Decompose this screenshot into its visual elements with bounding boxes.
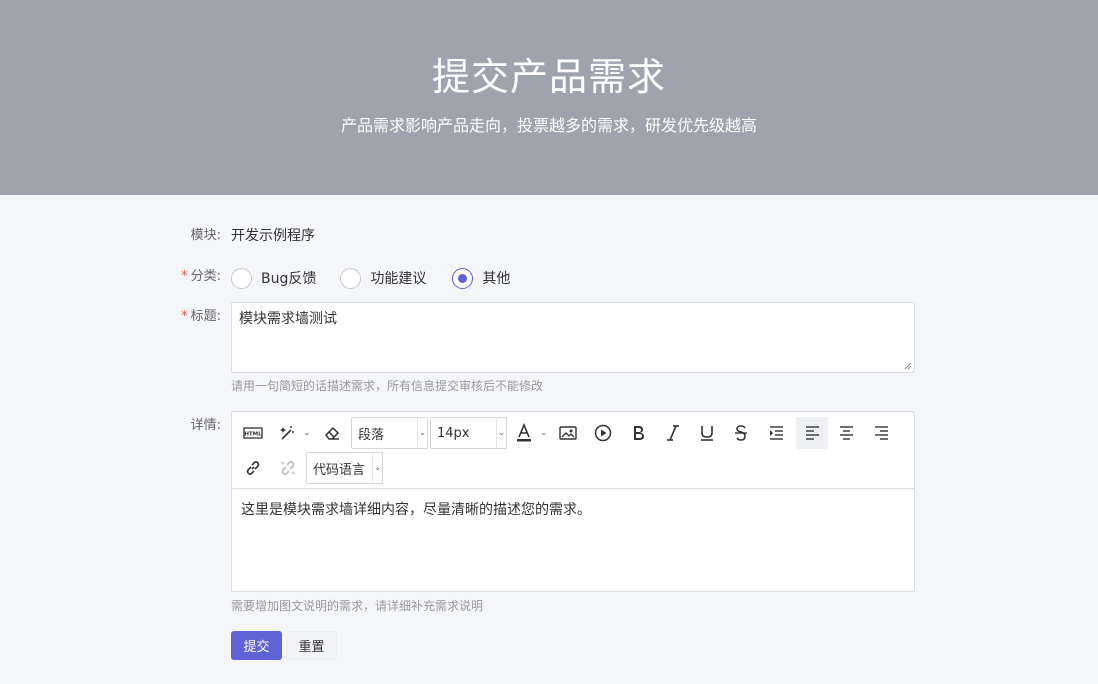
magic-wand-icon[interactable] <box>273 417 301 449</box>
radio-other[interactable]: 其他 <box>452 267 511 289</box>
submit-button[interactable]: 提交 <box>231 631 282 660</box>
image-icon[interactable] <box>554 417 582 449</box>
link-icon[interactable] <box>238 452 268 484</box>
eraser-icon[interactable] <box>318 417 346 449</box>
chevron-down-icon[interactable]: ⌄ <box>303 428 311 438</box>
strikethrough-icon[interactable] <box>726 417 756 449</box>
category-label: * 分类: <box>181 269 221 284</box>
module-label: 模块: <box>190 228 221 243</box>
underline-icon[interactable] <box>692 417 722 449</box>
radio-label: Bug反馈 <box>261 271 317 287</box>
video-icon[interactable] <box>588 417 618 449</box>
required-mark: * <box>181 269 188 284</box>
align-left-icon[interactable] <box>796 417 828 449</box>
radio-circle[interactable] <box>340 267 362 289</box>
resize-grip-icon[interactable] <box>904 362 912 370</box>
required-mark: * <box>181 309 188 324</box>
title-textarea-value: 模块需求墙测试 <box>239 311 337 327</box>
radio-label: 其他 <box>482 271 511 287</box>
unlink-icon[interactable] <box>273 452 303 484</box>
page-title: 提交产品需求 <box>431 55 666 99</box>
radio-feature-suggestion[interactable]: 功能建议 <box>340 267 427 289</box>
module-value: 开发示例程序 <box>231 228 315 244</box>
title-hint: 请用一句简短的话描述需求，所有信息提交审核后不能修改 <box>231 379 544 393</box>
align-center-icon[interactable] <box>831 417 861 449</box>
font-size-select[interactable]: 14px ⌄ <box>430 417 507 449</box>
title-label: * 标题: <box>181 309 221 324</box>
chevron-down-icon[interactable]: ⌄ <box>540 428 548 438</box>
paragraph-select[interactable]: 段落 ⌄ <box>351 417 428 449</box>
editor-toolbar: HTML ⌄ 段落 ⌄ 14px ⌄ ⌄ 代码语言 ⌄ <box>232 412 914 489</box>
hero-banner: 提交产品需求 产品需求影响产品走向，投票越多的需求，研发优先级越高 <box>0 0 1098 195</box>
align-right-icon[interactable] <box>866 417 896 449</box>
chevron-down-icon: ⌄ <box>417 418 427 448</box>
title-textarea[interactable]: 模块需求墙测试 <box>231 302 915 373</box>
radio-circle-checked[interactable] <box>452 267 474 289</box>
radio-label: 功能建议 <box>370 271 427 287</box>
paragraph-select-value: 段落 <box>358 427 385 443</box>
page-subtitle: 产品需求影响产品走向，投票越多的需求，研发优先级越高 <box>340 116 757 135</box>
code-language-select-value: 代码语言 <box>313 462 366 478</box>
code-language-select[interactable]: 代码语言 ⌄ <box>306 452 383 484</box>
chevron-down-icon: ⌄ <box>372 453 382 483</box>
html-source-icon[interactable]: HTML <box>238 417 268 449</box>
bold-icon[interactable] <box>623 417 653 449</box>
rich-text-editor: HTML ⌄ 段落 ⌄ 14px ⌄ ⌄ 代码语言 ⌄ 这里是模块需求墙详细内容… <box>231 411 915 592</box>
detail-label: 详情: <box>190 418 221 433</box>
reset-button[interactable]: 重置 <box>286 631 337 660</box>
indent-icon[interactable] <box>761 417 791 449</box>
category-radio-group: Bug反馈 功能建议 其他 <box>231 266 534 290</box>
svg-text:HTML: HTML <box>244 432 262 438</box>
font-size-select-value: 14px <box>437 425 470 441</box>
radio-circle[interactable] <box>231 267 252 289</box>
radio-bug-feedback[interactable]: Bug反馈 <box>231 267 317 289</box>
italic-icon[interactable] <box>658 417 688 449</box>
editor-content[interactable]: 这里是模块需求墙详细内容，尽量清晰的描述您的需求。 <box>241 500 591 520</box>
chevron-down-icon: ⌄ <box>496 418 506 448</box>
detail-hint: 需要增加图文说明的需求，请详细补充需求说明 <box>231 599 484 613</box>
font-color-icon[interactable] <box>511 417 537 449</box>
